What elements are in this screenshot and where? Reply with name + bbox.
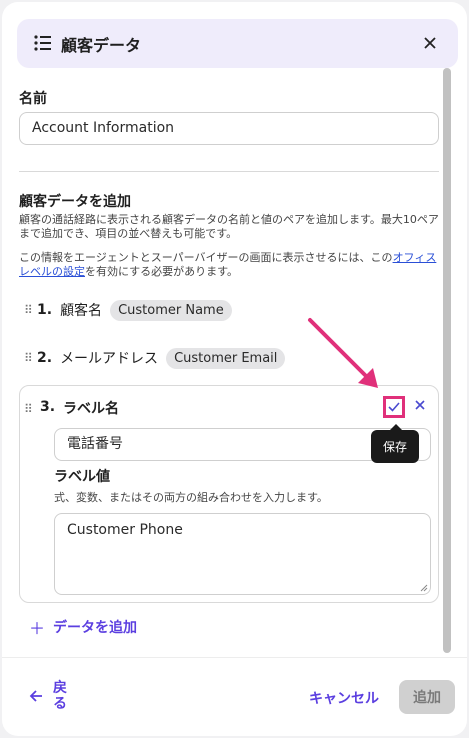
check-icon bbox=[388, 402, 400, 412]
footer-divider bbox=[2, 657, 467, 658]
add-button[interactable]: 追加 bbox=[399, 680, 455, 714]
item-number: 2. bbox=[37, 350, 53, 366]
save-tooltip: 保存 bbox=[371, 424, 419, 463]
drag-handle-icon[interactable]: ⠿ bbox=[24, 402, 34, 416]
panel-title: 顧客データ bbox=[61, 36, 142, 55]
cancel-edit-icon[interactable] bbox=[413, 398, 427, 412]
item-label: メールアドレス bbox=[60, 351, 159, 367]
back-button[interactable]: 戻る bbox=[29, 680, 69, 712]
scrollbar-thumb[interactable] bbox=[443, 68, 451, 653]
section-title: 顧客データを追加 bbox=[19, 194, 131, 210]
list-icon bbox=[34, 35, 51, 51]
divider bbox=[19, 171, 439, 172]
label-value-hint: 式、変数、またはその両方の組み合わせを入力します。 bbox=[54, 491, 328, 504]
panel-header: 顧客データ bbox=[17, 19, 458, 68]
label-value-title: ラベル値 bbox=[54, 469, 110, 485]
label-name-title: ラベル名 bbox=[63, 401, 119, 417]
item-label: 顧客名 bbox=[60, 303, 103, 319]
item-value-pill: Customer Name bbox=[110, 299, 232, 321]
settings-note-prefix: この情報をエージェントとスーパーバイザーの画面に表示させるには、この bbox=[19, 251, 393, 264]
name-input[interactable]: Account Information bbox=[19, 112, 439, 145]
edit-item-card: ⠿ 3. ラベル名 電話番号 ラベル値 式、変数、またはその両方の組み合わせを入… bbox=[19, 385, 439, 603]
list-item[interactable]: ⠿ 2. メールアドレス Customer Email bbox=[24, 345, 286, 371]
label-value-text: Customer Phone bbox=[67, 522, 183, 538]
arrow-left-icon bbox=[29, 690, 42, 702]
close-icon[interactable] bbox=[420, 33, 440, 53]
add-data-label: データを追加 bbox=[53, 620, 138, 636]
name-label: 名前 bbox=[19, 91, 47, 107]
item-number: 1. bbox=[37, 302, 53, 318]
section-description: 顧客の通話経路に表示される顧客データの名前と値のペアを追加します。最大10ペアま… bbox=[19, 213, 439, 240]
customer-data-panel: 顧客データ 名前 Account Information 顧客データを追加 顧客… bbox=[2, 2, 467, 736]
list-item[interactable]: ⠿ 1. 顧客名 Customer Name bbox=[24, 297, 232, 323]
item-value-pill: Customer Email bbox=[166, 347, 286, 369]
resize-grip-icon[interactable] bbox=[420, 584, 428, 592]
drag-handle-icon[interactable]: ⠿ bbox=[24, 303, 34, 317]
settings-note-suffix: を有効にする必要があります。 bbox=[85, 265, 239, 278]
settings-note: この情報をエージェントとスーパーバイザーの画面に表示させるには、このオフィスレベ… bbox=[19, 251, 439, 279]
item-number: 3. bbox=[40, 399, 56, 415]
drag-handle-icon[interactable]: ⠿ bbox=[24, 351, 34, 365]
scrollbar[interactable] bbox=[442, 68, 452, 658]
plus-icon: ＋ bbox=[29, 619, 46, 638]
save-button[interactable] bbox=[383, 396, 405, 418]
add-data-button[interactable]: ＋ データを追加 bbox=[29, 615, 137, 639]
label-value-textarea[interactable]: Customer Phone bbox=[54, 513, 431, 595]
back-label: 戻る bbox=[53, 680, 67, 712]
cancel-button[interactable]: キャンセル bbox=[309, 688, 379, 708]
